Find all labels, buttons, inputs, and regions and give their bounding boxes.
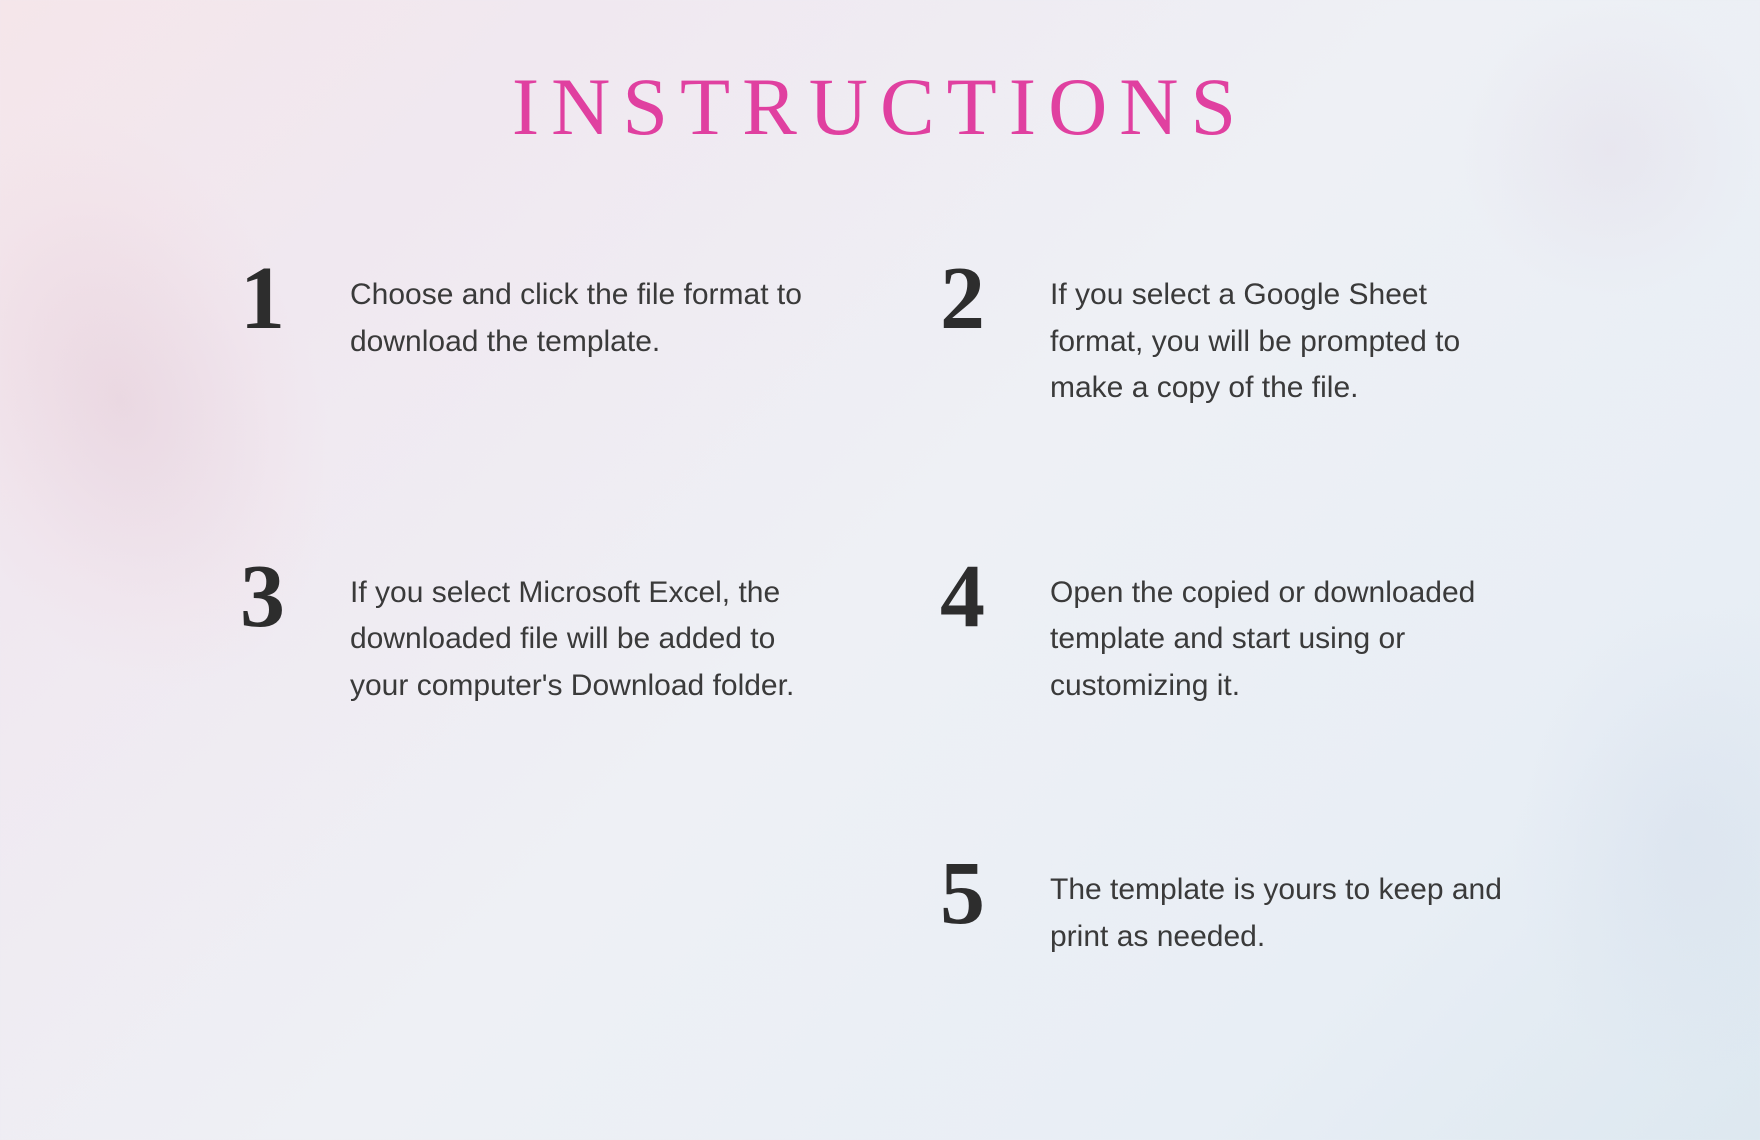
step-5-text: The template is yours to keep and print … <box>1050 859 1520 960</box>
step-2-text: If you select a Google Sheet format, you… <box>1050 264 1520 412</box>
page-title: INSTRUCTIONS <box>512 60 1248 154</box>
main-container: INSTRUCTIONS 1 Choose and click the file… <box>0 0 1760 1140</box>
step-3-number: 3 <box>240 552 320 642</box>
step-3: 3 If you select Microsoft Excel, the dow… <box>180 532 880 830</box>
steps-grid: 1 Choose and click the file format to do… <box>180 234 1580 1080</box>
step-2-number: 2 <box>940 254 1020 344</box>
step-1-text: Choose and click the file format to down… <box>350 264 820 365</box>
step-1-number: 1 <box>240 254 320 344</box>
step-4-text: Open the copied or downloaded template a… <box>1050 562 1520 710</box>
step-3-text: If you select Microsoft Excel, the downl… <box>350 562 820 710</box>
step-1: 1 Choose and click the file format to do… <box>180 234 880 532</box>
step-4-number: 4 <box>940 552 1020 642</box>
step-5: 5 The template is yours to keep and prin… <box>880 829 1580 1080</box>
step-4: 4 Open the copied or downloaded template… <box>880 532 1580 830</box>
step-5-number: 5 <box>940 849 1020 939</box>
empty-cell <box>180 829 880 1080</box>
step-2: 2 If you select a Google Sheet format, y… <box>880 234 1580 532</box>
